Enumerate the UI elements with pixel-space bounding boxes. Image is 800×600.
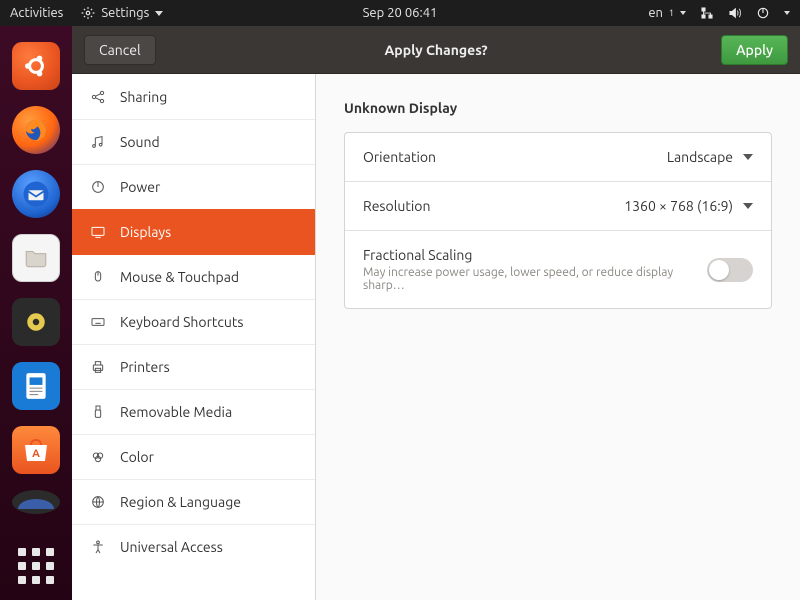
music-note-icon	[90, 134, 106, 150]
sidebar-item-region[interactable]: Region & Language	[72, 479, 315, 524]
settings-window: Cancel Apply Changes? Apply Sharing Soun…	[72, 26, 800, 600]
chevron-down-icon	[680, 11, 686, 15]
resolution-value: 1360 × 768 (16:9)	[624, 198, 733, 214]
apply-button[interactable]: Apply	[721, 35, 788, 65]
dock-item-help[interactable]	[12, 490, 60, 514]
top-panel: Activities Settings Sep 20 06:41 en1	[0, 0, 800, 26]
firefox-icon	[21, 115, 51, 145]
dock-item-firefox[interactable]	[12, 106, 60, 154]
power-icon	[90, 179, 106, 195]
sidebar-item-label: Universal Access	[120, 539, 223, 555]
input-source-label: en	[648, 6, 663, 20]
thunderbird-icon	[21, 179, 51, 209]
color-icon	[90, 449, 106, 465]
fractional-scaling-switch[interactable]	[707, 258, 753, 282]
document-icon	[23, 371, 49, 401]
shopping-bag-icon: A	[21, 437, 51, 463]
appmenu-label: Settings	[101, 6, 149, 20]
sidebar-item-keyboard[interactable]: Keyboard Shortcuts	[72, 299, 315, 344]
sidebar-item-label: Displays	[120, 224, 171, 240]
accessibility-icon	[90, 539, 106, 555]
sidebar-item-universal-access[interactable]: Universal Access	[72, 524, 315, 569]
usb-icon	[90, 404, 106, 420]
orientation-label: Orientation	[363, 149, 667, 165]
apply-label: Apply	[736, 42, 773, 58]
resolution-label: Resolution	[363, 198, 624, 214]
fractional-scaling-subtitle: May increase power usage, lower speed, o…	[363, 266, 707, 292]
orientation-value: Landscape	[667, 149, 733, 165]
sidebar-item-power[interactable]: Power	[72, 164, 315, 209]
activities-label: Activities	[10, 6, 63, 20]
power-indicator[interactable]	[756, 6, 770, 20]
network-indicator[interactable]	[700, 6, 714, 20]
activities-button[interactable]: Activities	[10, 6, 63, 20]
globe-icon	[90, 494, 106, 510]
show-applications-button[interactable]	[18, 548, 54, 584]
dock-item-show-applications-hint[interactable]	[12, 42, 60, 90]
sidebar-item-label: Sharing	[120, 89, 167, 105]
fractional-scaling-label: Fractional Scaling	[363, 247, 707, 263]
sidebar-item-label: Removable Media	[120, 404, 232, 420]
content-area: Unknown Display Orientation Landscape Re…	[316, 74, 800, 600]
sidebar-item-printers[interactable]: Printers	[72, 344, 315, 389]
sidebar-item-sharing[interactable]: Sharing	[72, 74, 315, 119]
dock-item-thunderbird[interactable]	[12, 170, 60, 218]
sidebar-item-label: Power	[120, 179, 160, 195]
switch-knob	[709, 260, 729, 280]
svg-text:A: A	[32, 448, 40, 460]
input-source-indicator[interactable]: en1	[648, 6, 686, 20]
sidebar-item-sound[interactable]: Sound	[72, 119, 315, 164]
keyboard-icon	[90, 314, 106, 330]
settings-sidebar: Sharing Sound Power Displays Mouse & Tou…	[72, 74, 316, 600]
display-icon	[90, 224, 106, 240]
network-icon	[700, 6, 714, 20]
sidebar-item-label: Region & Language	[120, 494, 241, 510]
chevron-down-icon	[743, 203, 753, 209]
folder-icon	[23, 245, 49, 271]
printer-icon	[90, 359, 106, 375]
power-icon	[756, 6, 770, 20]
chevron-down-icon[interactable]	[784, 11, 790, 15]
share-icon	[90, 89, 106, 105]
orientation-row[interactable]: Orientation Landscape	[345, 133, 771, 181]
sidebar-item-color[interactable]: Color	[72, 434, 315, 479]
resolution-row[interactable]: Resolution 1360 × 768 (16:9)	[345, 181, 771, 230]
dock-item-files[interactable]	[12, 234, 60, 282]
sidebar-item-label: Printers	[120, 359, 170, 375]
appmenu-button[interactable]: Settings	[81, 6, 163, 20]
sidebar-item-mouse[interactable]: Mouse & Touchpad	[72, 254, 315, 299]
sidebar-item-label: Keyboard Shortcuts	[120, 314, 243, 330]
clock-label: Sep 20 06:41	[363, 6, 438, 20]
section-title: Unknown Display	[344, 100, 772, 116]
sidebar-item-label: Mouse & Touchpad	[120, 269, 239, 285]
dock: A	[0, 26, 72, 600]
partial-circle-icon	[16, 495, 56, 509]
dock-item-libreoffice-writer[interactable]	[12, 362, 60, 410]
cancel-label: Cancel	[99, 42, 141, 58]
cancel-button[interactable]: Cancel	[84, 35, 156, 65]
sidebar-item-label: Sound	[120, 134, 160, 150]
sidebar-item-label: Color	[120, 449, 154, 465]
display-settings-list: Orientation Landscape Resolution 1360 × …	[344, 132, 772, 309]
clock[interactable]: Sep 20 06:41	[363, 6, 438, 20]
sidebar-item-removable[interactable]: Removable Media	[72, 389, 315, 434]
gear-icon	[81, 6, 95, 20]
headerbar-title: Apply Changes?	[384, 42, 487, 58]
speaker-icon	[728, 6, 742, 20]
dock-item-ubuntu-software[interactable]: A	[12, 426, 60, 474]
sidebar-item-displays[interactable]: Displays	[72, 209, 315, 254]
chevron-down-icon	[155, 11, 163, 16]
chevron-down-icon	[743, 154, 753, 160]
mouse-icon	[90, 269, 106, 285]
ubuntu-icon	[22, 52, 50, 80]
volume-indicator[interactable]	[728, 6, 742, 20]
speaker-cone-icon	[21, 307, 51, 337]
headerbar: Cancel Apply Changes? Apply	[72, 26, 800, 74]
fractional-scaling-row: Fractional Scaling May increase power us…	[345, 230, 771, 308]
dock-item-rhythmbox[interactable]	[12, 298, 60, 346]
